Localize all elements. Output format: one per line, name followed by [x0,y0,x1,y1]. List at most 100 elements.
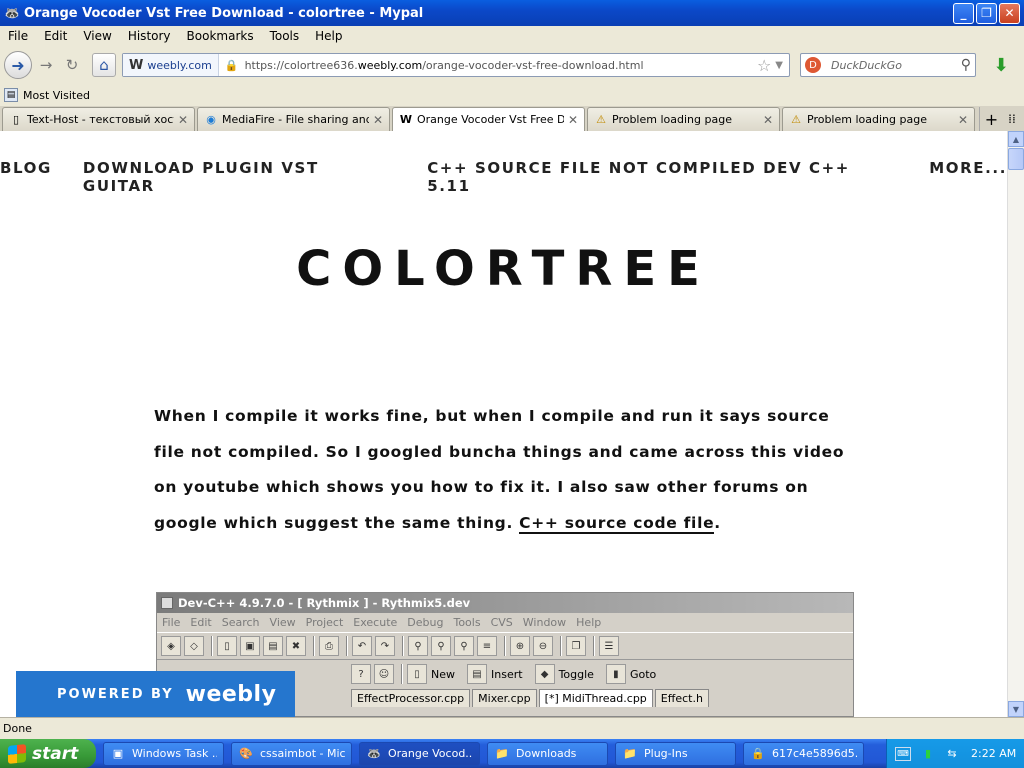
back-button[interactable]: ➜ [4,51,32,79]
system-tray: ⌨ ▮ ⇆ 2:22 AM [886,739,1024,768]
devcpp-new: ▯ New [407,664,455,684]
taskbar-item-downloads[interactable]: 📁 Downloads [487,741,608,766]
tab-close-icon[interactable]: ✕ [958,113,968,127]
tab-close-icon[interactable]: ✕ [568,113,578,127]
nav-blog[interactable]: BLOG [0,159,52,195]
menu-history[interactable]: History [120,29,179,43]
close-file-icon: ✖ [286,636,306,656]
taskbar-item-label: Downloads [516,747,577,760]
menu-view[interactable]: View [75,29,119,43]
find-icon: ⚲ [408,636,428,656]
bookmark-most-visited[interactable]: Most Visited [23,89,90,102]
mypal-browser-icon: 🦝 [4,6,20,20]
devcpp-menu-item: Search [221,616,260,629]
weebly-icon: W [129,57,144,73]
menu-bar: File Edit View History Bookmarks Tools H… [0,26,1024,46]
home-button[interactable]: ⌂ [92,53,116,77]
nav-more[interactable]: MORE... [929,159,1007,195]
tab-text-host[interactable]: ▯ Text-Host - текстовый хост... ✕ [2,107,195,131]
help-icon: ? [351,664,371,684]
separator [402,636,404,656]
article-paragraph: When I compile it works fine, but when I… [154,399,854,541]
maximize-button[interactable]: ❐ [976,2,997,24]
url-text[interactable]: https://colortree636.weebly.com/orange-v… [245,59,757,72]
document-icon: ▯ [12,113,20,126]
print-icon: ⎙ [319,636,339,656]
scroll-thumb[interactable] [1008,148,1024,170]
site-identity-button[interactable]: W weebly.com [123,54,219,76]
close-project-icon: ◇ [184,636,204,656]
tab-close-icon[interactable]: ✕ [763,113,773,127]
devcpp-insert: ▤ Insert [467,664,523,684]
mediafire-icon: ◉ [206,113,216,126]
tab-close-icon[interactable]: ✕ [373,113,383,127]
goto-icon: ▮ [605,664,626,684]
tab-strip: ▯ Text-Host - текстовый хост... ✕ ◉ Medi… [0,106,1024,131]
taskbar-item-archive[interactable]: 🔒 617c4e5896d5... [743,741,864,766]
url-history-dropdown-icon[interactable]: ▼ [775,60,783,71]
folder-icon: 📁 [495,747,509,760]
menu-tools[interactable]: Tools [262,29,308,43]
site-title[interactable]: COLORTREE [0,241,1007,297]
devcpp-menu-item: Project [305,616,344,629]
save-all-icon: ▤ [263,636,283,656]
reload-button[interactable]: ↻ [60,53,84,77]
tab-label: MediaFire - File sharing and s... [222,113,369,126]
separator [560,636,562,656]
site-navigation: BLOG DOWNLOAD PLUGIN VST GUITAR C++ SOUR… [0,159,1007,195]
url-path: /orange-vocoder-vst-free-download.html [422,58,644,72]
menu-edit[interactable]: Edit [36,29,75,43]
nav-cpp-source-file[interactable]: C++ SOURCE FILE NOT COMPILED DEV C++ 5.1… [427,159,898,195]
find-next-icon: ⚲ [454,636,474,656]
duckduckgo-icon[interactable]: D [805,57,821,73]
scroll-up-icon[interactable]: ▲ [1008,131,1024,147]
url-bar[interactable]: W weebly.com 🔒 https://colortree636.weeb… [122,53,790,77]
about-icon: ☺ [374,664,394,684]
forward-button[interactable]: → [34,53,58,77]
nav-download-plugin-vst-guitar[interactable]: DOWNLOAD PLUGIN VST GUITAR [83,159,396,195]
powered-by-weebly-badge[interactable]: POWERED BY weebly [16,671,295,717]
taskbar-item-browser[interactable]: 🦝 Orange Vocod... [359,741,480,766]
downloads-button[interactable]: ⬇ [988,52,1014,78]
devcpp-toggle-label: Toggle [558,667,594,681]
new-tab-button[interactable]: + [979,107,1003,131]
monitor-icon[interactable]: ▮ [921,747,935,761]
tab-list-button[interactable]: ⁞⁞ [1003,107,1021,131]
devcpp-new-label: New [431,667,455,681]
bookmark-star-icon[interactable]: ☆ [757,56,771,75]
taskbar-item-paint[interactable]: 🎨 cssaimbot - Mic... [231,741,352,766]
menu-bookmarks[interactable]: Bookmarks [179,29,262,43]
network-icon[interactable]: ⇆ [945,747,959,761]
clock[interactable]: 2:22 AM [971,747,1016,760]
search-input[interactable]: DuckDuckGo [831,59,961,72]
minimize-button[interactable]: _ [953,2,974,24]
close-button[interactable]: ✕ [999,2,1020,24]
save-icon: ▣ [240,636,260,656]
menu-file[interactable]: File [0,29,36,43]
taskbar-item-plug-ins[interactable]: 📁 Plug-Ins [615,741,736,766]
taskbar-item-task-manager[interactable]: ▣ Windows Task ... [103,741,224,766]
tab-problem-loading-2[interactable]: ⚠ Problem loading page ✕ [782,107,975,131]
insert-icon: ▤ [467,664,487,684]
powered-by-label: POWERED BY [57,686,174,702]
scroll-down-icon[interactable]: ▼ [1008,701,1024,717]
search-icon[interactable]: ⚲ [961,57,971,73]
taskbar-item-label: 617c4e5896d5... [772,747,857,760]
tab-mediafire[interactable]: ◉ MediaFire - File sharing and s... ✕ [197,107,390,131]
start-button[interactable]: start [0,739,96,768]
taskbar-item-label: cssaimbot - Mic... [260,747,345,760]
separator [346,636,348,656]
arrow-right-icon: → [39,56,53,74]
tab-problem-loading-1[interactable]: ⚠ Problem loading page ✕ [587,107,780,131]
page-scrollbar[interactable]: ▲ ▼ [1007,131,1024,717]
undo-icon: ↶ [352,636,372,656]
tab-close-icon[interactable]: ✕ [178,113,188,127]
keyboard-icon[interactable]: ⌨ [895,746,911,761]
new-icon: ▯ [407,664,427,684]
article-link[interactable]: C++ source code file [519,513,715,534]
bookmarks-toolbar: ▤ Most Visited [0,84,1024,106]
search-box[interactable]: D DuckDuckGo ⚲ [800,53,976,77]
taskbar-item-label: Windows Task ... [132,747,217,760]
tab-orange-vocoder[interactable]: W Orange Vocoder Vst Free Do... ✕ [392,107,585,131]
menu-help[interactable]: Help [307,29,350,43]
